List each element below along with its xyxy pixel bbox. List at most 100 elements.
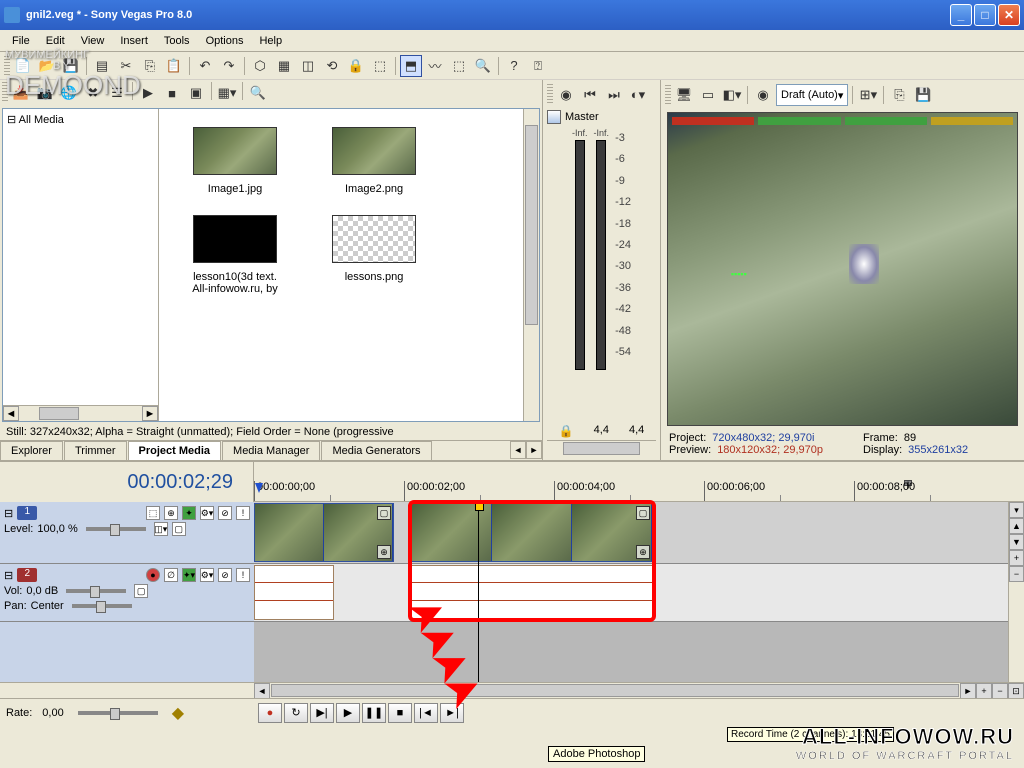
event-fx-icon[interactable]: ▢ [377, 506, 391, 520]
toolbar-grip[interactable] [665, 85, 671, 105]
media-tree-root[interactable]: All Media [19, 114, 64, 126]
tab-scroll-left[interactable]: ◄ [510, 441, 526, 459]
menu-options[interactable]: Options [198, 33, 252, 49]
lock-icon[interactable]: 🔒 [559, 424, 574, 438]
toolbar-grip[interactable] [547, 84, 553, 104]
scroll-down-icon[interactable]: ▼ [1009, 534, 1024, 550]
ignore-group-icon[interactable]: ⬚ [369, 55, 391, 77]
mute-icon[interactable]: ⊘ [218, 506, 232, 520]
arm-record-icon[interactable]: ● [146, 568, 160, 582]
normal-edit-icon[interactable]: ⬒ [400, 55, 422, 77]
menu-insert[interactable]: Insert [112, 33, 156, 49]
paste-icon[interactable]: 📋 [163, 55, 185, 77]
vertical-scrollbar[interactable] [523, 109, 539, 421]
mute-icon[interactable]: ⊘ [218, 568, 232, 582]
quality-icon[interactable]: ◉ [752, 84, 774, 106]
insert-bus-icon[interactable]: ◉ [555, 84, 577, 106]
fader-right[interactable] [596, 140, 606, 370]
undo-icon[interactable]: ↶ [194, 55, 216, 77]
save-icon[interactable]: 💾 [60, 55, 82, 77]
media-item[interactable]: lessons.png [314, 215, 434, 283]
tab-project-media[interactable]: Project Media [128, 441, 222, 460]
video-track-lane[interactable]: ▢ ⊕ ▢ ⊕ [254, 502, 1024, 564]
capture-icon[interactable]: 📷 [34, 82, 56, 104]
toolbar-grip[interactable] [2, 82, 8, 102]
tab-explorer[interactable]: Explorer [0, 441, 63, 460]
master-icon[interactable] [547, 110, 561, 124]
playhead[interactable] [478, 502, 479, 682]
pause-button[interactable]: ❚❚ [362, 703, 386, 723]
auto-crossfade-icon[interactable]: ◫ [297, 55, 319, 77]
tab-media-manager[interactable]: Media Manager [222, 441, 320, 460]
video-clip[interactable]: ▢ ⊕ [254, 503, 394, 562]
scroll-up-icon[interactable]: ▲ [1009, 518, 1024, 534]
stop-button[interactable]: ■ [388, 703, 412, 723]
split-screen-icon[interactable]: ◧▾ [721, 84, 743, 106]
cut-icon[interactable]: ✂ [115, 55, 137, 77]
media-item[interactable]: lesson10(3d text. All-infowow.ru, by [175, 215, 295, 295]
menu-file[interactable]: File [4, 33, 38, 49]
automation-icon[interactable]: ⚙▾ [200, 506, 214, 520]
output-fx-icon[interactable]: ▭ [697, 84, 719, 106]
dim-icon[interactable]: ◐▾ [627, 84, 649, 106]
fader-left[interactable] [575, 140, 585, 370]
zoom-fit-icon[interactable]: ⊡ [1008, 683, 1024, 699]
save-snapshot-icon[interactable]: 💾 [912, 84, 934, 106]
play-button[interactable]: ▶ [336, 703, 360, 723]
envelope-icon[interactable]: 〰 [424, 55, 446, 77]
solo-icon[interactable]: ! [236, 506, 250, 520]
context-help-icon[interactable]: ⍰ [527, 55, 549, 77]
empty-track-area[interactable] [254, 622, 1024, 682]
horizontal-scrollbar[interactable]: ◄ ► + − ⊡ [254, 683, 1024, 698]
parent-icon[interactable]: ▢ [172, 522, 186, 536]
media-item[interactable]: Image2.png [314, 127, 434, 195]
track-fx-icon[interactable]: ✦▾ [182, 568, 196, 582]
next-icon[interactable]: ⏭ [603, 84, 625, 106]
timeline-ruler[interactable]: ∥ 00:00:00;00 00:00:02;00 00:00:04;00 00… [254, 462, 1024, 502]
track-motion-icon[interactable]: ⊕ [164, 506, 178, 520]
play-from-start-button[interactable]: ▶| [310, 703, 334, 723]
lock-envelope-icon[interactable]: 🔒 [345, 55, 367, 77]
overlays-icon[interactable]: ⊞▾ [857, 84, 879, 106]
rate-scrubber[interactable] [78, 711, 158, 715]
play-icon[interactable]: ▶ [137, 82, 159, 104]
snap-icon[interactable]: ⬡ [249, 55, 271, 77]
stop-icon[interactable]: ■ [161, 82, 183, 104]
event-pan-crop-icon[interactable]: ⊕ [636, 545, 650, 559]
track-number[interactable]: 2 [17, 568, 37, 582]
compositing-icon[interactable]: ◫▾ [154, 522, 168, 536]
preview-quality-dropdown[interactable]: Draft (Auto) ▾ [776, 84, 848, 106]
zoom-out-height-icon[interactable]: − [1009, 566, 1024, 582]
video-track-header[interactable]: ⊟ 1 ⬚ ⊕ ✦ ⚙▾ ⊘ ! Level: 100,0 % ◫▾ ▢ [0, 502, 254, 564]
menu-help[interactable]: Help [251, 33, 290, 49]
tab-trimmer[interactable]: Trimmer [64, 441, 127, 460]
tab-media-generators[interactable]: Media Generators [321, 441, 431, 460]
go-to-start-button[interactable]: |◄ [414, 703, 438, 723]
help-icon[interactable]: ? [503, 55, 525, 77]
audio-clip[interactable] [411, 565, 653, 620]
track-collapse-icon[interactable]: ⊟ [4, 569, 13, 582]
menu-view[interactable]: View [73, 33, 113, 49]
tab-scroll-right[interactable]: ► [526, 441, 542, 459]
invert-phase-icon[interactable]: ∅ [164, 568, 178, 582]
prev-icon[interactable]: ⏮ [579, 84, 601, 106]
cursor-time-display[interactable]: 00:00:02;29 [0, 462, 254, 502]
bypass-fx-icon[interactable]: ⬚ [146, 506, 160, 520]
level-slider[interactable] [86, 527, 146, 531]
timeline-content[interactable]: ▢ ⊕ ▢ ⊕ ▾ [254, 502, 1024, 682]
mixer-scrollbar[interactable] [547, 440, 656, 456]
get-media-icon[interactable]: 🌐 [58, 82, 80, 104]
zoom-tool-icon[interactable]: 🔍 [472, 55, 494, 77]
preview-video[interactable]: ▪▪▪▪▪ [667, 112, 1018, 426]
copy-snapshot-icon[interactable]: ⎘ [888, 84, 910, 106]
event-pan-crop-icon[interactable]: ⊕ [377, 545, 391, 559]
toolbar-grip[interactable] [4, 56, 10, 76]
close-button[interactable]: ✕ [998, 4, 1020, 26]
go-to-end-button[interactable]: ►| [440, 703, 464, 723]
audio-track-header[interactable]: ⊟ 2 ● ∅ ✦▾ ⚙▾ ⊘ ! Vol: 0,0 dB ▢ [0, 564, 254, 622]
media-tree[interactable]: ⊟ All Media ◄► [3, 109, 159, 421]
auto-ripple-icon[interactable]: ▦ [273, 55, 295, 77]
views-icon[interactable]: ▦▾ [216, 82, 238, 104]
volume-slider[interactable] [66, 589, 126, 593]
auto-preview-icon[interactable]: ▣ [185, 82, 207, 104]
